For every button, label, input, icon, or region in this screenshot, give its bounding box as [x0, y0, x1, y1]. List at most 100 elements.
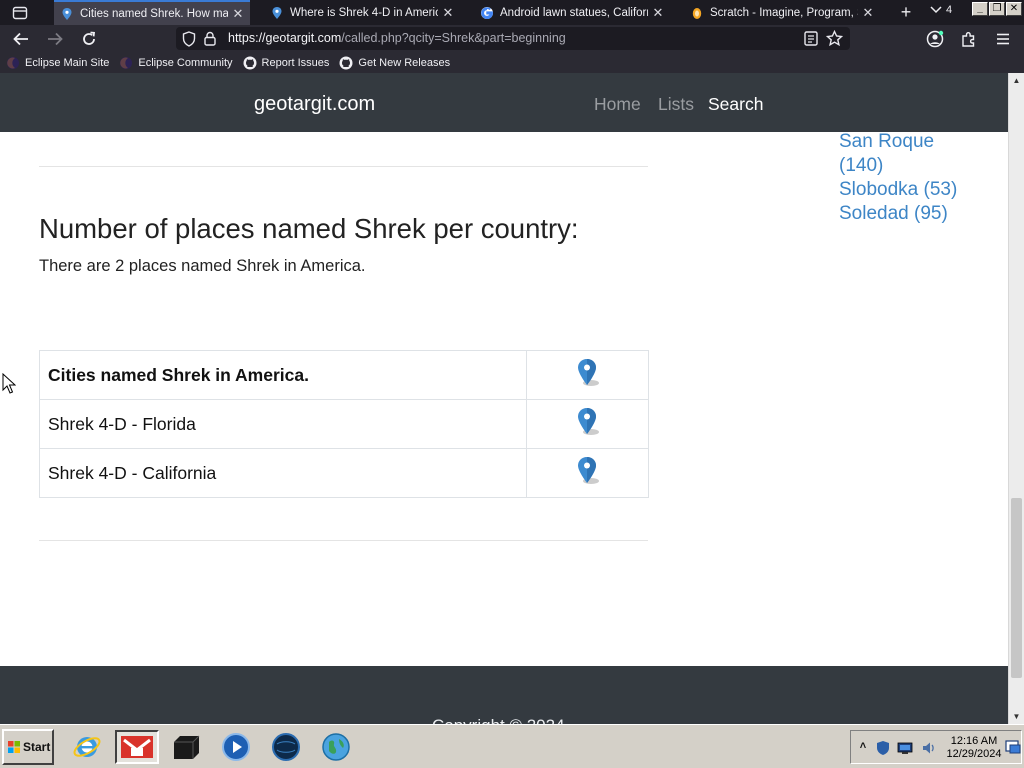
taskbar-app-media-player[interactable]: [219, 730, 253, 764]
account-button[interactable]: [924, 28, 946, 50]
bookmark-eclipse-community[interactable]: Eclipse Community: [119, 56, 233, 70]
pin-favicon: [272, 6, 282, 19]
list-all-tabs-button[interactable]: 4: [930, 4, 952, 16]
tab-count: 4: [946, 4, 953, 16]
places-count-text: There are 2 places named Shrek in Americ…: [39, 257, 366, 275]
scroll-thumb[interactable]: [1011, 498, 1022, 678]
windows-logo-icon: [8, 741, 20, 753]
taskbar-app-globe[interactable]: [269, 730, 303, 764]
window-controls: _ ❐ ✕: [972, 2, 1022, 16]
bookmark-get-new-releases[interactable]: Get New Releases: [339, 56, 450, 70]
scroll-down-arrow-icon[interactable]: ▼: [1009, 709, 1024, 724]
vertical-scrollbar[interactable]: ▲ ▼: [1008, 73, 1024, 724]
tab-overview-icon: [12, 6, 28, 20]
puzzle-icon: [962, 32, 975, 47]
bookmark-report-issues[interactable]: Report Issues: [243, 56, 329, 70]
tab-title: Cities named Shrek. How many c: [80, 7, 228, 20]
reader-view-icon[interactable]: [804, 31, 818, 46]
city-link-san-roque-count[interactable]: (140): [839, 154, 957, 178]
tab-list-button[interactable]: [6, 3, 34, 23]
extensions-button[interactable]: [958, 28, 980, 50]
shield-icon[interactable]: [182, 31, 196, 47]
eclipse-icon: [120, 56, 133, 69]
url-bar[interactable]: https://geotargit.com/called.php?qcity=S…: [176, 27, 850, 50]
lock-icon[interactable]: [204, 31, 216, 46]
page-viewport: geotargit.com Home Lists Search San Roqu…: [0, 73, 1008, 724]
tab-strip: Cities named Shrek. How many c ✕ Where i…: [0, 0, 1024, 25]
site-footer: Copyright © 2024: [0, 666, 1008, 724]
chevron-down-icon: [930, 6, 942, 14]
city-link-soledad[interactable]: Soledad (95): [839, 202, 957, 226]
bookmark-star-icon[interactable]: [826, 30, 843, 47]
url-path: /called.php?qcity=Shrek&part=beginning: [341, 31, 566, 45]
reload-button[interactable]: [78, 28, 100, 50]
taskbar-app-browser[interactable]: [319, 730, 353, 764]
system-tray: ˄ 12:16 AM 12/29/2024: [850, 730, 1022, 764]
close-tab-icon[interactable]: ✕: [442, 5, 454, 21]
map-pin-icon[interactable]: [576, 358, 600, 388]
back-button[interactable]: [10, 28, 32, 50]
map-pin-icon[interactable]: [576, 456, 600, 486]
place-name-cell: Shrek 4-D - California: [39, 448, 527, 498]
close-window-button[interactable]: ✕: [1006, 2, 1022, 16]
taskbar-app-internet-explorer[interactable]: [70, 730, 104, 764]
city-link-slobodka[interactable]: Slobodka (53): [839, 178, 957, 202]
media-player-icon: [222, 733, 250, 761]
map-pin-cell[interactable]: [526, 399, 649, 449]
browser-globe-icon: [322, 733, 350, 761]
action-center-icon[interactable]: [1005, 739, 1021, 755]
url-host: https://geotargit.com: [228, 31, 342, 45]
url-text[interactable]: https://geotargit.com/called.php?qcity=S…: [228, 31, 566, 45]
table-row: Shrek 4-D - California: [39, 448, 649, 498]
places-table: Cities named Shrek in America. Shrek 4-D…: [39, 350, 649, 498]
tab-scratch[interactable]: Scratch - Imagine, Program, Sha ✕: [684, 0, 880, 25]
bookmark-label: Get New Releases: [358, 56, 451, 69]
internet-explorer-icon: [73, 737, 101, 757]
github-icon: [243, 56, 257, 69]
divider: [39, 540, 648, 541]
volume-icon[interactable]: [921, 740, 937, 756]
tab-cities-named-shrek[interactable]: Cities named Shrek. How many c ✕: [54, 0, 250, 25]
close-tab-icon[interactable]: ✕: [862, 5, 874, 21]
nav-search-link[interactable]: Search: [708, 94, 763, 115]
shield-tray-icon[interactable]: [875, 740, 891, 756]
city-link-san-roque[interactable]: San Roque: [839, 130, 957, 154]
copyright-text: Copyright © 2024: [432, 716, 565, 724]
start-button[interactable]: Start: [2, 729, 54, 765]
network-monitor-icon[interactable]: [897, 740, 913, 756]
navigation-toolbar: https://geotargit.com/called.php?qcity=S…: [0, 25, 1024, 52]
clock-time: 12:16 AM: [950, 735, 998, 747]
pin-favicon: [62, 7, 72, 20]
black-box-icon: [174, 735, 200, 759]
forward-button[interactable]: [44, 28, 66, 50]
menu-button[interactable]: [992, 28, 1014, 50]
scroll-up-arrow-icon[interactable]: ▲: [1009, 73, 1024, 88]
google-favicon: [481, 6, 493, 19]
restore-button[interactable]: ❐: [989, 2, 1005, 16]
nav-lists-link[interactable]: Lists: [658, 94, 694, 115]
close-tab-icon[interactable]: ✕: [232, 6, 244, 22]
bookmark-eclipse-main-site[interactable]: Eclipse Main Site: [6, 56, 109, 70]
pdf-app-icon: [121, 736, 153, 758]
place-name-cell: Shrek 4-D - Florida: [39, 399, 527, 449]
nav-home-link[interactable]: Home: [594, 94, 641, 115]
show-hidden-icons-chevron-icon[interactable]: ˄: [855, 740, 871, 756]
tab-android-lawn-statues[interactable]: Android lawn statues, California ✕: [474, 0, 670, 25]
site-brand[interactable]: geotargit.com: [254, 93, 375, 116]
start-label: Start: [23, 740, 51, 754]
new-tab-button[interactable]: +: [896, 2, 916, 22]
tab-title: Where is Shrek 4-D in America?: [290, 6, 438, 19]
hamburger-menu-icon: [997, 33, 1009, 45]
tab-where-is-shrek[interactable]: Where is Shrek 4-D in America? ✕: [264, 0, 460, 25]
sidebar-city-links: San Roque (140) Slobodka (53) Soledad (9…: [839, 130, 957, 226]
minimize-button[interactable]: _: [972, 2, 988, 16]
map-pin-icon[interactable]: [576, 407, 600, 437]
map-pin-cell[interactable]: [526, 350, 649, 400]
account-icon: [926, 30, 944, 48]
reload-icon: [83, 31, 95, 45]
map-pin-cell[interactable]: [526, 448, 649, 498]
system-clock[interactable]: 12:16 AM 12/29/2024: [945, 735, 1003, 761]
close-tab-icon[interactable]: ✕: [652, 5, 664, 21]
taskbar-app-black-box[interactable]: [169, 730, 203, 764]
taskbar-app-pdf[interactable]: [115, 730, 159, 764]
